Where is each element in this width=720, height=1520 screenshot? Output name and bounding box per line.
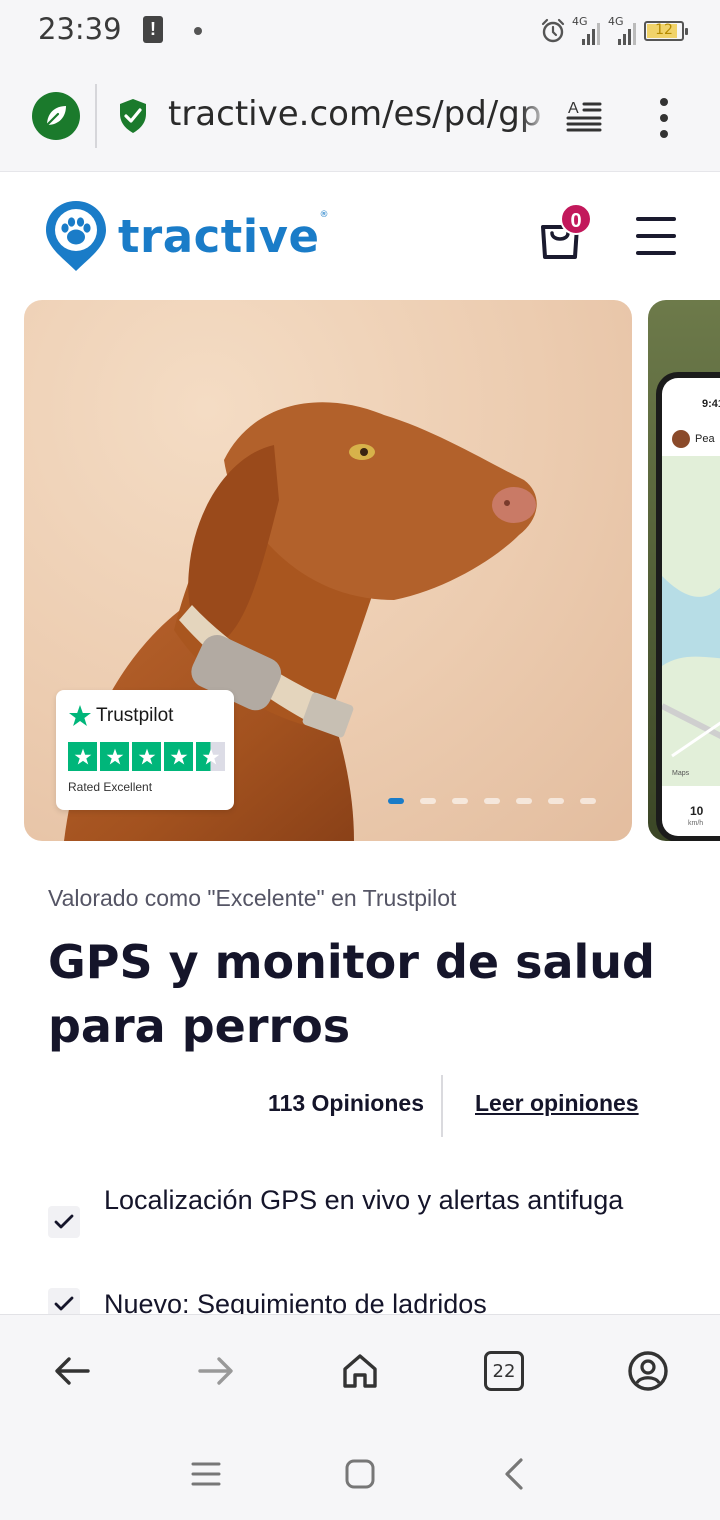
status-bar: 23:39 ! 4G 4G 12 [0,0,720,62]
leaf-icon[interactable] [32,92,80,140]
shield-check-icon[interactable] [118,98,148,134]
system-back-icon[interactable] [494,1454,534,1494]
alert-icon: ! [143,16,163,43]
notification-dot-icon [194,27,202,35]
trustpilot-stars [68,742,225,771]
home-icon[interactable] [338,1349,382,1393]
hero-slide[interactable]: Trustpilot Rated Excellent [24,300,632,841]
url-divider [95,84,97,148]
carousel-dot[interactable] [452,798,468,804]
trustpilot-logo: Trustpilot [68,704,173,728]
more-options-icon[interactable] [656,98,672,138]
pet-name: Pea [695,433,715,445]
site-header: tractive® 0 [0,173,720,293]
svg-text:A: A [568,100,579,117]
system-navigation-bar [0,1430,720,1520]
read-reviews-link[interactable]: Leer opiniones [475,1090,639,1117]
speed-unit: km/h [688,820,704,827]
browser-toolbar: 22 [0,1314,720,1430]
reader-mode-icon[interactable]: A [566,98,602,134]
forward-arrow-icon[interactable] [194,1349,238,1393]
carousel-dots [388,798,596,804]
trustpilot-rated-line: Valorado como "Excelente" en Trustpilot [48,885,457,911]
carousel-dot[interactable] [580,798,596,804]
maps-label: Maps [672,770,690,777]
browser-url-bar: tractive.com/es/pd/gps A [0,62,720,172]
alarm-icon [541,18,565,43]
speed-value: 10 [690,804,704,818]
carousel-dot[interactable] [388,798,404,804]
battery-level: 12 [655,22,673,38]
status-indicators: 4G 4G 12 [540,14,688,48]
phone-mockup: 9:41 Pea Maps 10 km/h [656,372,720,841]
phone-time: 9:41 [702,398,720,410]
cart-count-badge: 0 [560,203,592,235]
carousel-dot[interactable] [516,798,532,804]
trustpilot-badge: Trustpilot Rated Excellent [56,690,234,810]
trustpilot-rating-text: Rated Excellent [68,780,153,794]
signal-icon: 4G [608,15,638,45]
tractive-logo[interactable]: tractive® [44,199,329,273]
back-arrow-icon[interactable] [50,1349,94,1393]
system-home-icon[interactable] [340,1454,380,1494]
hamburger-menu-icon[interactable] [636,217,676,255]
check-icon [48,1206,80,1238]
hero-slide-next[interactable]: 9:41 Pea Maps 10 km/h [648,300,720,841]
recent-apps-icon[interactable] [186,1454,226,1494]
tabs-button[interactable]: 22 [482,1349,526,1393]
account-icon[interactable] [626,1349,670,1393]
paw-pin-icon [46,201,106,271]
reviews-count: 113 Opiniones [268,1090,424,1116]
map-image [662,456,720,786]
feature-text: Localización GPS en vivo y alertas antif… [104,1185,624,1215]
carousel-dot[interactable] [484,798,500,804]
star-icon [69,705,91,726]
battery-icon: 12 [644,21,688,41]
status-time: 23:39 [38,12,122,46]
tabs-count: 22 [484,1351,524,1391]
product-title: GPS y monitor de salud para perros [48,935,655,1053]
carousel-dot[interactable] [420,798,436,804]
reviews-row: 113 Opiniones Leer opiniones [0,1075,720,1137]
url-field[interactable]: tractive.com/es/pd/gps [168,94,543,134]
carousel-dot[interactable] [548,798,564,804]
logo-text: tractive® [118,209,330,263]
pet-avatar [672,430,690,448]
signal-icon: 4G [572,15,602,45]
